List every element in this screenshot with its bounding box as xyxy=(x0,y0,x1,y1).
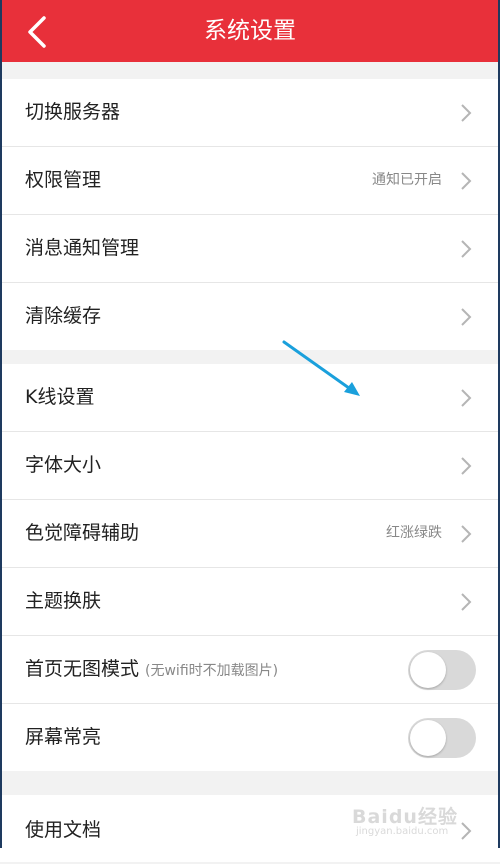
row-label: 消息通知管理 xyxy=(25,237,140,259)
row-value: 红涨绿跌 xyxy=(386,525,442,541)
row-switch-server[interactable]: 切换服务器 xyxy=(0,79,500,147)
toggle-knob xyxy=(410,720,446,756)
row-label: 屏幕常亮 xyxy=(25,726,102,748)
row-label: 权限管理 xyxy=(25,169,102,191)
watermark-logo: Baidu经验 xyxy=(352,806,458,828)
chevron-right-icon xyxy=(461,389,472,407)
row-permission-management[interactable]: 权限管理 通知已开启 xyxy=(0,147,500,215)
settings-group-display: K线设置 字体大小 色觉障碍辅助 红涨绿跌 主题换肤 首页无图模式 (无wifi时… xyxy=(0,364,500,771)
chevron-right-icon xyxy=(461,172,472,190)
chevron-right-icon xyxy=(461,104,472,122)
chevron-right-icon xyxy=(461,308,472,326)
row-note: (无wifi时不加载图片) xyxy=(145,663,279,679)
arrow-annotation-icon xyxy=(282,340,360,396)
watermark-url: jingyan.baidu.com xyxy=(356,826,449,837)
screen-always-on-toggle[interactable] xyxy=(408,718,476,758)
row-label: 首页无图模式 (无wifi时不加载图片) xyxy=(25,636,278,703)
row-font-size[interactable]: 字体大小 xyxy=(0,432,500,500)
row-kline-settings[interactable]: K线设置 xyxy=(0,364,500,432)
row-label: 清除缓存 xyxy=(25,305,102,327)
chevron-right-icon xyxy=(461,593,472,611)
row-label: 使用文档 xyxy=(25,819,102,841)
top-bar: 系统设置 xyxy=(0,0,500,62)
page-title: 系统设置 xyxy=(204,18,296,44)
row-notification-management[interactable]: 消息通知管理 xyxy=(0,215,500,283)
row-label: 切换服务器 xyxy=(25,101,121,123)
row-label: 色觉障碍辅助 xyxy=(25,522,140,544)
row-color-blind-assist[interactable]: 色觉障碍辅助 红涨绿跌 xyxy=(0,500,500,568)
row-value: 通知已开启 xyxy=(372,172,442,188)
row-label: K线设置 xyxy=(25,386,95,408)
row-clear-cache[interactable]: 清除缓存 xyxy=(0,283,500,350)
no-image-mode-toggle[interactable] xyxy=(408,650,476,690)
row-theme-skin[interactable]: 主题换肤 xyxy=(0,568,500,636)
row-screen-always-on: 屏幕常亮 xyxy=(0,704,500,771)
chevron-right-icon xyxy=(461,457,472,475)
row-label-text: 首页无图模式 xyxy=(25,658,140,680)
row-label: 主题换肤 xyxy=(25,590,102,612)
chevron-right-icon xyxy=(461,525,472,543)
toggle-knob xyxy=(410,652,446,688)
row-label: 字体大小 xyxy=(25,454,102,476)
settings-group-general: 切换服务器 权限管理 通知已开启 消息通知管理 清除缓存 xyxy=(0,79,500,350)
watermark: Baidu经验 jingyan.baidu.com xyxy=(352,800,492,842)
chevron-right-icon xyxy=(461,240,472,258)
row-no-image-mode: 首页无图模式 (无wifi时不加载图片) xyxy=(0,636,500,704)
